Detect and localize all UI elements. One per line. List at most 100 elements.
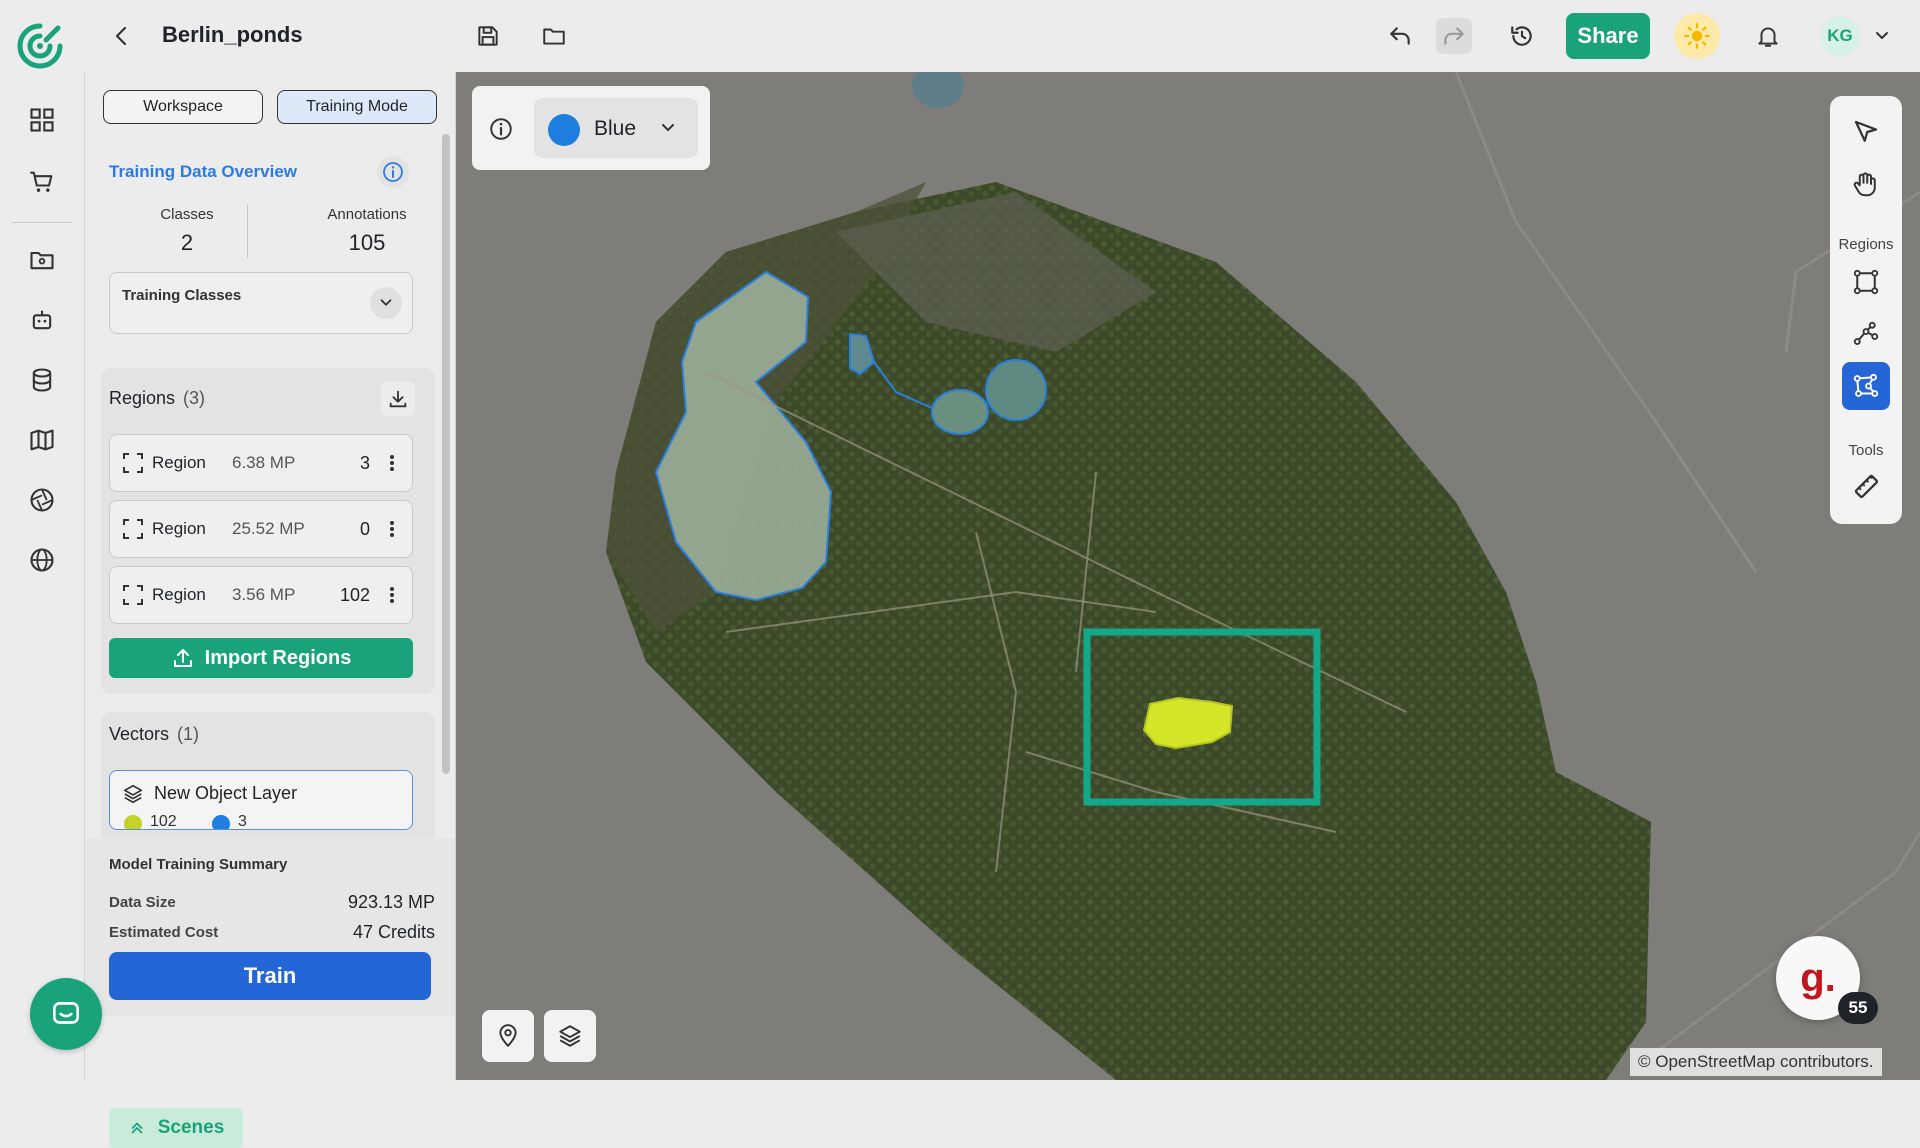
top-bar: Berlin_ponds Share KG xyxy=(0,0,1920,72)
pan-hand-icon[interactable] xyxy=(1842,160,1890,208)
region-row[interactable]: Region 25.52 MP 0 xyxy=(109,500,413,558)
summary-title: Model Training Summary xyxy=(109,856,288,873)
region-select-icon xyxy=(122,584,144,606)
download-icon[interactable] xyxy=(381,382,415,416)
chevron-down-icon[interactable] xyxy=(370,287,402,319)
more-options-icon[interactable] xyxy=(382,583,402,607)
data-size-value: 923.13 MP xyxy=(347,892,435,912)
scenes-label: Scenes xyxy=(157,1117,225,1138)
vectors-count: (1) xyxy=(177,724,200,744)
robot-icon[interactable] xyxy=(22,300,62,340)
annotations-value: 105 xyxy=(348,230,386,255)
vector-layer-name: New Object Layer xyxy=(154,783,298,803)
rectangle-region-icon[interactable] xyxy=(1842,258,1890,306)
class-count: 102 xyxy=(150,813,177,830)
map-canvas[interactable]: Blue Regions Tools g. 55 © OpenStreetMap… xyxy=(456,72,1920,1080)
redo-icon[interactable] xyxy=(1436,18,1472,54)
class-color-dot xyxy=(124,815,142,829)
left-navigation xyxy=(0,72,84,1080)
ruler-icon[interactable] xyxy=(1842,462,1890,510)
annotations-label: Annotations xyxy=(327,206,407,223)
classes-label: Classes xyxy=(160,206,214,223)
estimated-cost-label: Estimated Cost xyxy=(109,924,219,941)
project-title[interactable]: Berlin_ponds xyxy=(162,22,303,48)
import-regions-button[interactable]: Import Regions xyxy=(109,638,413,678)
info-icon[interactable] xyxy=(486,114,516,144)
map-icon[interactable] xyxy=(22,420,62,460)
panel-scrollbar[interactable] xyxy=(442,134,450,774)
region-name: Region xyxy=(152,453,206,472)
layers-icon xyxy=(122,783,144,805)
tools-label: Tools xyxy=(1848,442,1884,459)
project-folder-icon[interactable] xyxy=(22,240,62,280)
regions-title: Regions xyxy=(109,388,176,408)
scenes-button[interactable]: Scenes xyxy=(109,1108,243,1148)
class-color-label: Blue xyxy=(594,117,637,140)
share-button[interactable]: Share xyxy=(1566,13,1650,59)
vectors-header: Vectors (1) xyxy=(109,724,199,745)
import-regions-label: Import Regions xyxy=(204,646,352,669)
app-logo-icon[interactable] xyxy=(16,22,64,72)
save-icon[interactable] xyxy=(470,18,506,54)
folder-icon[interactable] xyxy=(536,18,572,54)
class-count: 3 xyxy=(238,813,247,830)
region-row[interactable]: Region 6.38 MP 3 xyxy=(109,434,413,492)
tab-workspace[interactable]: Workspace xyxy=(103,90,263,124)
region-annotation-count: 3 xyxy=(359,453,370,473)
upload-icon xyxy=(173,649,192,667)
training-classes-dropdown[interactable]: Training Classes xyxy=(109,272,413,334)
notification-bell-icon[interactable] xyxy=(1750,18,1786,54)
overview-title: Training Data Overview xyxy=(109,162,298,181)
vectors-title: Vectors xyxy=(109,724,170,744)
history-icon[interactable] xyxy=(1504,18,1540,54)
layers-icon[interactable] xyxy=(544,1010,596,1062)
region-annotation-count: 102 xyxy=(339,585,370,605)
class-color-dot xyxy=(212,815,230,829)
location-pin-icon[interactable] xyxy=(482,1010,534,1062)
region-name: Region xyxy=(152,519,206,538)
training-classes-label: Training Classes xyxy=(122,287,242,304)
chat-support-icon[interactable] xyxy=(30,978,102,1050)
region-size: 3.56 MP xyxy=(232,585,296,604)
regions-header: Regions (3) xyxy=(109,388,205,409)
estimated-cost-value: 47 Credits xyxy=(352,922,435,942)
data-size-label: Data Size xyxy=(109,894,176,911)
regions-tools-label: Regions xyxy=(1838,236,1894,253)
orthomosaic-imagery xyxy=(606,72,1920,1080)
tab-training-mode[interactable]: Training Mode xyxy=(277,90,437,124)
classes-value: 2 xyxy=(180,230,194,255)
class-color-dropdown[interactable]: Blue xyxy=(534,98,698,158)
theme-toggle-sun-icon[interactable] xyxy=(1674,13,1720,59)
back-arrow-icon[interactable] xyxy=(110,24,134,48)
region-select-icon xyxy=(122,452,144,474)
regions-count: (3) xyxy=(183,388,206,408)
undo-icon[interactable] xyxy=(1382,18,1418,54)
select-pointer-icon[interactable] xyxy=(1842,108,1890,156)
train-button[interactable]: Train xyxy=(109,952,431,1000)
class-color-selector: Blue xyxy=(472,86,710,170)
region-select-icon xyxy=(122,518,144,540)
more-options-icon[interactable] xyxy=(382,517,402,541)
color-swatch xyxy=(548,114,580,146)
cart-icon[interactable] xyxy=(22,162,62,202)
training-panel: Workspace Training Mode Training Data Ov… xyxy=(84,72,456,1148)
info-icon[interactable] xyxy=(377,156,409,188)
chevron-down-icon[interactable] xyxy=(1872,26,1892,46)
map-toolbar: Regions Tools xyxy=(1830,96,1902,524)
dashboard-icon[interactable] xyxy=(22,100,62,140)
region-size: 25.52 MP xyxy=(232,519,305,538)
more-options-icon[interactable] xyxy=(382,451,402,475)
region-annotation-count: 0 xyxy=(359,519,370,539)
polyline-region-icon[interactable] xyxy=(1842,310,1890,358)
user-avatar[interactable]: KG xyxy=(1820,16,1860,56)
database-icon[interactable] xyxy=(22,360,62,400)
vector-layer-card[interactable]: New Object Layer 102 3 xyxy=(109,770,413,830)
polygon-region-icon[interactable] xyxy=(1842,362,1890,410)
notification-count-badge: 55 xyxy=(1838,992,1878,1024)
stat-divider xyxy=(247,204,248,258)
map-attribution[interactable]: © OpenStreetMap contributors. xyxy=(1630,1048,1882,1076)
region-row[interactable]: Region 3.56 MP 102 xyxy=(109,566,413,624)
globe-icon[interactable] xyxy=(22,540,62,580)
aperture-icon[interactable] xyxy=(22,480,62,520)
region-size: 6.38 MP xyxy=(232,453,296,472)
